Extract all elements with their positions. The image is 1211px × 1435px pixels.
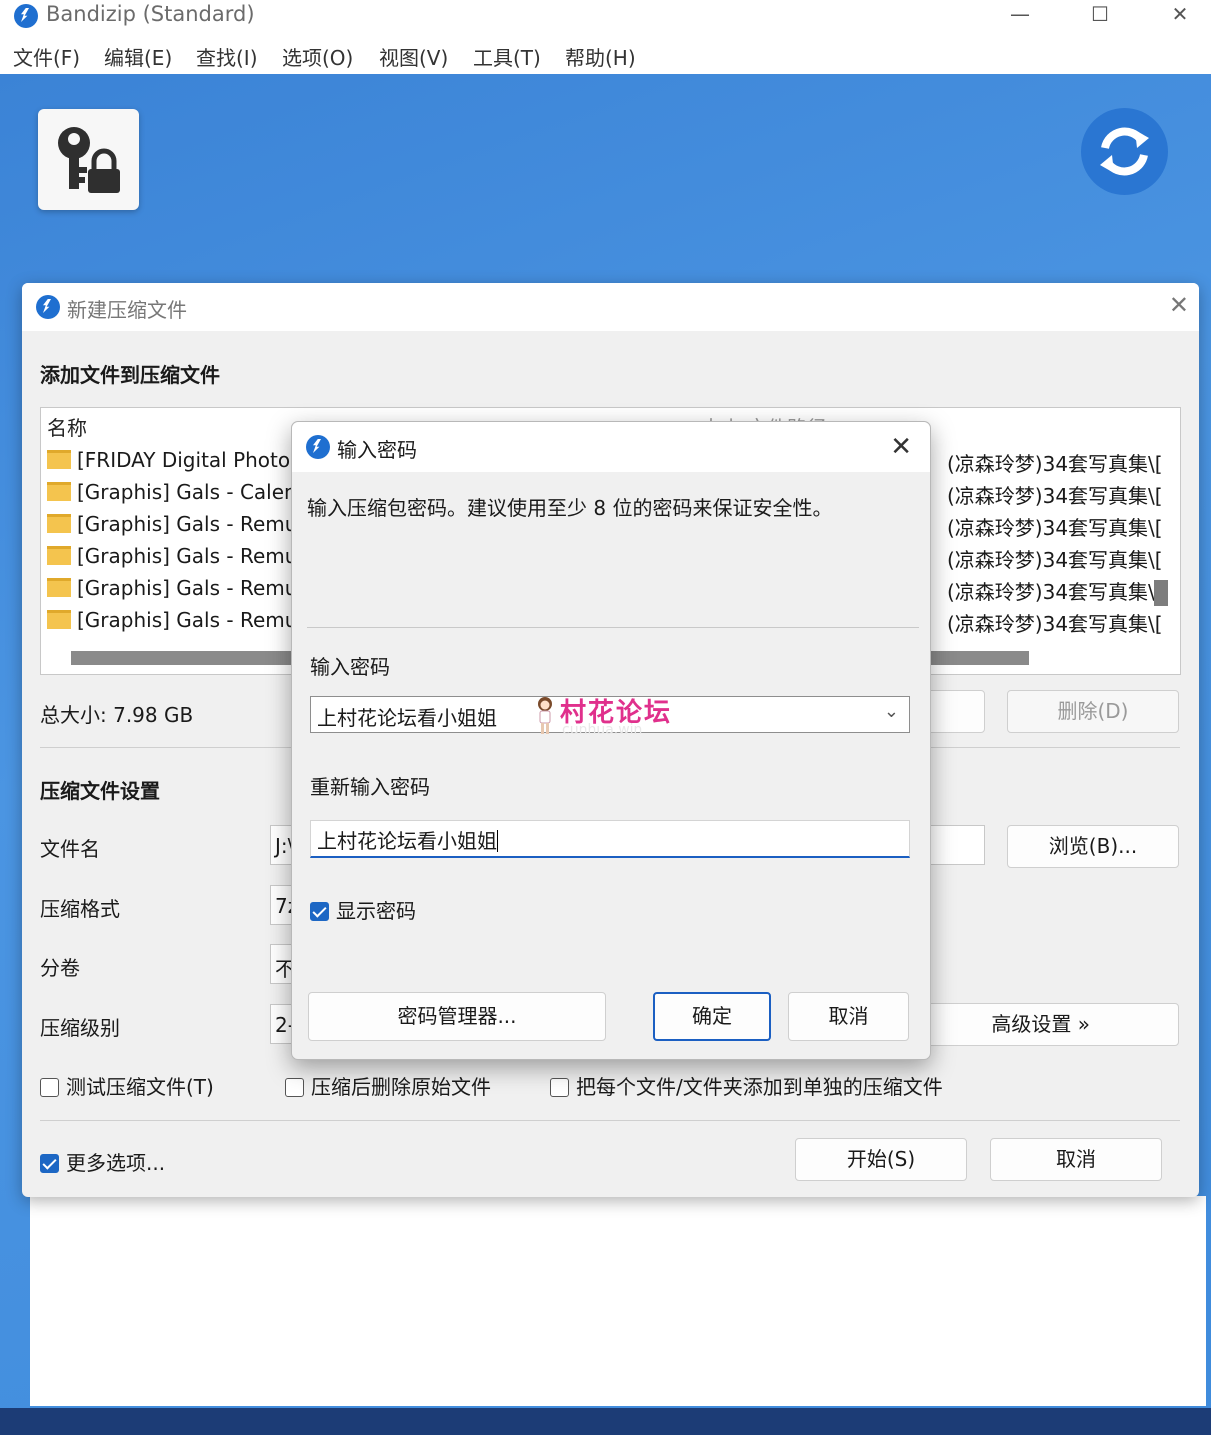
delete-button[interactable]: 删除(D): [1007, 690, 1179, 733]
test-archive-checkbox[interactable]: 测试压缩文件(T): [40, 1071, 214, 1100]
divider: [40, 1120, 1180, 1121]
bandizip-logo-icon: [14, 4, 38, 28]
watermark: 村花论坛 cunhua.win: [532, 692, 682, 742]
separate-archives-checkbox[interactable]: 把每个文件/文件夹添加到单独的压缩文件: [550, 1071, 943, 1100]
menu-bar: 文件(F) 编辑(E) 查找(I) 选项(O) 视图(V) 工具(T) 帮助(H…: [0, 32, 1211, 74]
show-password-checkbox[interactable]: 显示密码: [310, 895, 416, 924]
watermark-girl-icon: [538, 697, 552, 734]
ok-button[interactable]: 确定: [653, 992, 771, 1041]
checkmark-icon: [310, 902, 329, 921]
password-description: 输入压缩包密码。建议使用至少 8 位的密码来保证安全性。: [307, 496, 833, 520]
list-item[interactable]: [Graphis] Gals - Remu: [47, 576, 297, 606]
list-item[interactable]: [Graphis] Gals - Remu: [47, 544, 297, 574]
menu-find[interactable]: 查找(I): [196, 42, 258, 71]
vertical-scrollbar[interactable]: [1154, 580, 1168, 606]
filename-input-end[interactable]: [927, 825, 985, 865]
menu-view[interactable]: 视图(V): [379, 42, 448, 71]
password-dialog-title-bar: 输入密码 ✕: [292, 422, 930, 472]
split-label: 分卷: [40, 956, 80, 980]
row-path: (凉森玲梦)34套写真集\[: [947, 612, 1163, 636]
divider: [307, 627, 919, 628]
confirm-password-value: 上村花论坛看小姐姐: [317, 829, 497, 853]
advanced-settings-button[interactable]: 高级设置 »: [927, 1003, 1179, 1046]
checkmark-icon: [40, 1154, 59, 1173]
dialog-title-bar: 新建压缩文件 ✕: [22, 283, 1199, 331]
password-label: 输入密码: [310, 655, 390, 679]
row-path: (凉森玲梦)34套写真集\[: [947, 548, 1163, 572]
watermark-subtext: cunhua.win: [562, 722, 643, 738]
row-path: (凉森玲梦)34套写真集\[: [947, 516, 1163, 540]
folder-icon: [47, 482, 71, 501]
refresh-icon[interactable]: [1081, 108, 1168, 195]
folder-icon: [47, 546, 71, 565]
password-dialog: 输入密码 ✕ 输入压缩包密码。建议使用至少 8 位的密码来保证安全性。 输入密码…: [291, 421, 931, 1060]
chevron-down-icon[interactable]: ⌄: [884, 701, 899, 722]
list-item[interactable]: [Graphis] Gals - Remu: [47, 512, 297, 542]
password-manager-button[interactable]: 密码管理器...: [308, 992, 606, 1041]
menu-edit[interactable]: 编辑(E): [104, 42, 172, 71]
text-caret: [497, 830, 498, 852]
bandizip-logo-icon: [306, 435, 330, 459]
maximize-button[interactable]: ☐: [1060, 0, 1140, 32]
menu-tools[interactable]: 工具(T): [473, 42, 541, 71]
dialog-title: 新建压缩文件: [67, 298, 187, 322]
archive-settings-heading: 压缩文件设置: [40, 779, 160, 803]
key-lock-icon[interactable]: [38, 109, 139, 210]
start-button[interactable]: 开始(S): [795, 1138, 967, 1181]
row-path: (凉森玲梦)34套写真集\[: [947, 580, 1163, 604]
cancel-button[interactable]: 取消: [990, 1138, 1162, 1181]
password-dialog-close-icon[interactable]: ✕: [890, 432, 912, 462]
add-files-heading: 添加文件到压缩文件: [40, 363, 220, 387]
row-path: (凉森玲梦)34套写真集\[: [947, 452, 1163, 476]
confirm-password-label: 重新输入密码: [310, 775, 430, 799]
browse-button[interactable]: 浏览(B)...: [1007, 825, 1179, 868]
taskbar: [0, 1408, 1211, 1435]
menu-help[interactable]: 帮助(H): [565, 42, 636, 71]
menu-file[interactable]: 文件(F): [13, 42, 80, 71]
list-item[interactable]: [Graphis] Gals - Remu: [47, 608, 297, 638]
bandizip-logo-icon: [36, 295, 60, 319]
row-path: (凉森玲梦)34套写真集\[: [947, 484, 1163, 508]
folder-icon: [47, 514, 71, 533]
title-bar: Bandizip (Standard) — ☐ ✕: [0, 0, 1211, 32]
confirm-password-input[interactable]: 上村花论坛看小姐姐: [310, 820, 910, 858]
delete-after-checkbox[interactable]: 压缩后删除原始文件: [285, 1071, 491, 1100]
folder-icon: [47, 578, 71, 597]
list-item[interactable]: [Graphis] Gals - Calen: [47, 480, 297, 510]
password-dialog-title: 输入密码: [337, 438, 417, 462]
password-value: 上村花论坛看小姐姐: [317, 706, 497, 730]
total-size: 总大小: 7.98 GB: [40, 703, 194, 727]
list-item[interactable]: [FRIDAY Digital Photo: [47, 448, 290, 478]
close-button[interactable]: ✕: [1140, 0, 1211, 32]
password-cancel-button[interactable]: 取消: [788, 992, 909, 1041]
column-name[interactable]: 名称: [47, 412, 87, 441]
level-label: 压缩级别: [40, 1016, 120, 1040]
folder-icon: [47, 610, 71, 629]
folder-icon: [47, 450, 71, 469]
menu-options[interactable]: 选项(O): [282, 42, 353, 71]
format-label: 压缩格式: [40, 897, 120, 921]
minimize-button[interactable]: —: [980, 0, 1060, 32]
app-title: Bandizip (Standard): [46, 2, 255, 26]
filename-label: 文件名: [40, 837, 100, 861]
dialog-close-icon[interactable]: ✕: [1169, 291, 1189, 319]
content-area: [30, 1196, 1206, 1406]
more-options-checkbox[interactable]: 更多选项...: [40, 1147, 165, 1176]
